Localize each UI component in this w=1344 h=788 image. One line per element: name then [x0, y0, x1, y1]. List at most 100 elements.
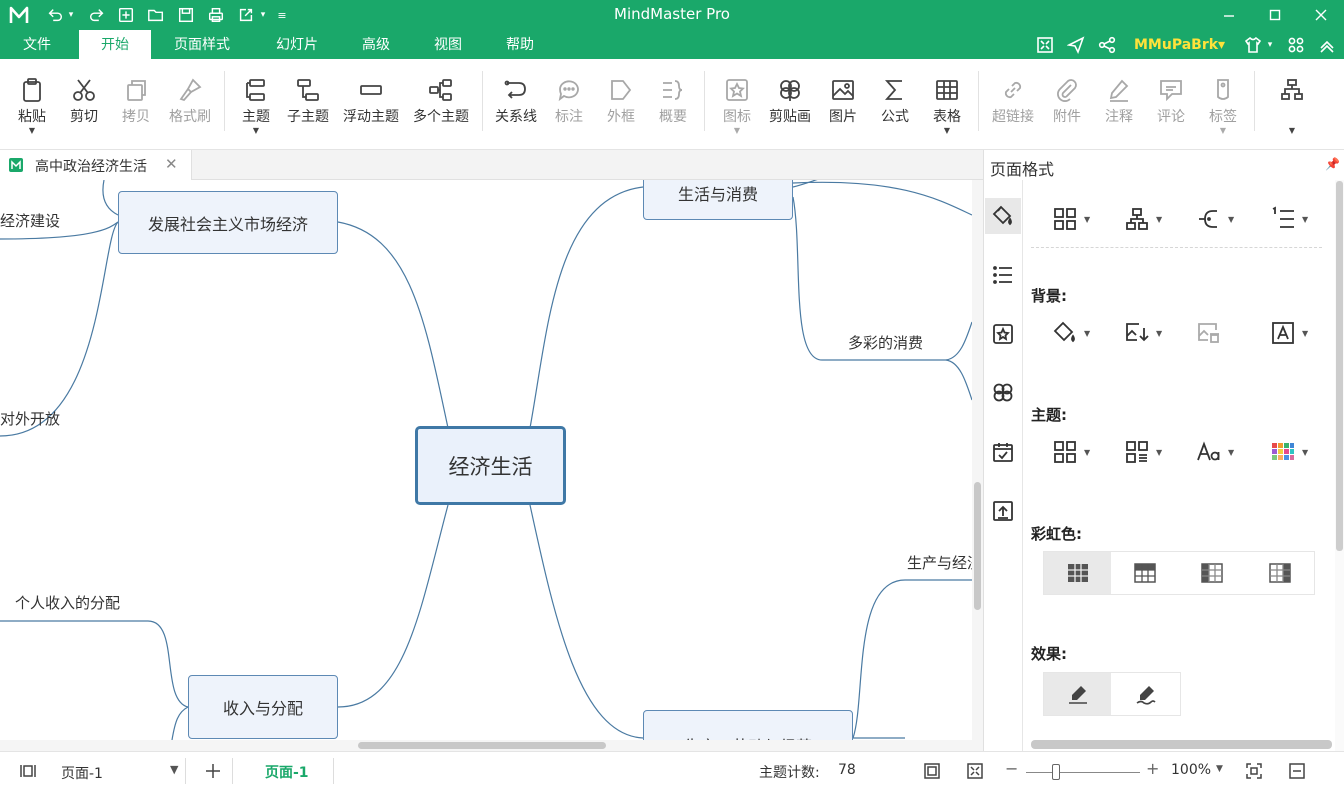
collapse-panel-icon[interactable]	[1286, 761, 1308, 781]
page-select[interactable]: 页面-1 ▼	[56, 758, 186, 784]
export-dropdown-icon[interactable]: ▾	[256, 4, 270, 26]
subtopic-button[interactable]: 子主题	[284, 69, 332, 145]
topic-income-distribution[interactable]: 收入与分配	[188, 675, 338, 739]
fit-window-icon[interactable]	[1243, 761, 1265, 781]
apps-icon[interactable]	[1285, 34, 1307, 56]
multiple-topics-button[interactable]: 多个主题	[410, 69, 472, 145]
tab-view[interactable]: 视图	[422, 30, 474, 59]
tab-help[interactable]: 帮助	[494, 30, 546, 59]
icons-tab[interactable]	[985, 316, 1021, 352]
theme-color-button[interactable]: ▼	[1270, 437, 1308, 467]
collapse-ribbon-icon[interactable]	[1316, 34, 1338, 56]
fullscreen-view-icon[interactable]	[964, 761, 986, 781]
outline-tab[interactable]	[985, 257, 1021, 293]
zoom-in-icon[interactable]: +	[1146, 759, 1159, 778]
horizontal-scroll-thumb[interactable]	[358, 742, 606, 749]
paste-dropdown-icon[interactable]: ▼	[10, 127, 54, 135]
rainbow-option-none[interactable]	[1044, 552, 1111, 594]
effect-hand-drawn[interactable]	[1111, 673, 1181, 715]
background-image-button[interactable]: ▼	[1124, 318, 1162, 348]
theme-font-button[interactable]: ▼	[1196, 437, 1234, 467]
callout-button[interactable]: 标注	[548, 69, 590, 145]
subtopic-economic-construction[interactable]: 经济建设	[0, 210, 60, 231]
watermark-button[interactable]: ▼	[1270, 318, 1308, 348]
format-painter-button[interactable]: 格式刷	[164, 69, 216, 145]
canvas-vertical-scrollbar[interactable]	[972, 180, 983, 740]
subtopic-personal-income[interactable]: 个人收入的分配	[15, 592, 120, 613]
tab-advanced[interactable]: 高级	[350, 30, 402, 59]
fit-page-icon[interactable]	[921, 761, 943, 781]
zoom-slider-thumb[interactable]	[1052, 764, 1060, 780]
topic-life-consumption[interactable]: 生活与消费	[643, 180, 793, 220]
numbering-button[interactable]: ▼	[1270, 204, 1308, 234]
hyperlink-button[interactable]: 超链接	[988, 69, 1038, 145]
document-tab[interactable]: 高中政治经济生活 ✕	[0, 150, 192, 180]
canvas-horizontal-scrollbar[interactable]	[0, 740, 983, 751]
attachment-button[interactable]: 附件	[1046, 69, 1088, 145]
panel-horizontal-scroll-thumb[interactable]	[1031, 740, 1332, 749]
tag-button[interactable]: 标签 ▼	[1202, 69, 1244, 145]
skin-dropdown-icon[interactable]: ▾	[1264, 34, 1276, 56]
print-icon[interactable]	[203, 4, 229, 26]
mindmap-canvas[interactable]: 发展社会主义市场经济 生活与消费 经济生活 收入与分配 生产、劳动与经营 经济建…	[0, 180, 972, 740]
topic-button[interactable]: 主题 ▼	[234, 69, 278, 145]
subtopic-opening-up[interactable]: 对外开放	[0, 408, 60, 429]
minimize-button[interactable]	[1206, 0, 1252, 30]
comment-button[interactable]: 评论	[1150, 69, 1192, 145]
add-page-icon[interactable]	[202, 761, 224, 781]
rainbow-option-2[interactable]	[1178, 552, 1245, 594]
subtopic-colorful-consumption[interactable]: 多彩的消费	[848, 332, 923, 353]
panel-scroll-thumb[interactable]	[1336, 181, 1343, 551]
table-dropdown-icon[interactable]: ▼	[926, 127, 968, 135]
active-page-tab[interactable]: 页面-1	[265, 762, 309, 782]
undo-dropdown-icon[interactable]: ▾	[64, 4, 78, 26]
picture-button[interactable]: 图片	[822, 69, 864, 145]
publish-icon[interactable]	[1065, 34, 1087, 56]
topic-market-economy[interactable]: 发展社会主义市场经济	[118, 191, 338, 254]
zoom-out-icon[interactable]: −	[1005, 759, 1018, 778]
rainbow-option-3[interactable]	[1245, 552, 1315, 594]
close-tab-icon[interactable]: ✕	[165, 155, 178, 173]
maximize-button[interactable]	[1252, 0, 1298, 30]
skin-icon[interactable]	[1242, 34, 1264, 56]
layout-structure-button[interactable]: ▼	[1270, 69, 1314, 145]
clipart-tab[interactable]	[985, 375, 1021, 411]
clipart-button[interactable]: 剪贴画	[766, 69, 814, 145]
layout-dropdown-icon[interactable]: ▼	[1270, 127, 1314, 135]
vertical-scroll-thumb[interactable]	[974, 482, 981, 610]
pin-icon[interactable]: 📌	[1325, 157, 1340, 171]
page-panel-toggle-icon[interactable]	[17, 761, 39, 781]
boundary-button[interactable]: 外框	[600, 69, 642, 145]
table-button[interactable]: 表格 ▼	[926, 69, 968, 145]
topic-dropdown-icon[interactable]: ▼	[234, 127, 278, 135]
floating-topic-button[interactable]: 浮动主题	[340, 69, 402, 145]
customize-quick-access-icon[interactable]: ≡	[272, 4, 292, 26]
open-folder-icon[interactable]	[143, 4, 169, 26]
tab-slides[interactable]: 幻灯片	[262, 30, 332, 59]
page-select-arrow-icon[interactable]: ▼	[170, 763, 178, 776]
copy-button[interactable]: 拷贝	[114, 69, 158, 145]
remove-background-button[interactable]	[1196, 318, 1222, 348]
summary-button[interactable]: 概要	[652, 69, 694, 145]
tab-file[interactable]: 文件	[8, 30, 66, 59]
close-button[interactable]	[1298, 0, 1344, 30]
zoom-slider-track[interactable]	[1026, 772, 1140, 773]
share-icon[interactable]	[1096, 34, 1118, 56]
zoom-dropdown-icon[interactable]: ▼	[1216, 764, 1223, 774]
save-icon[interactable]	[173, 4, 199, 26]
rainbow-option-1[interactable]	[1111, 552, 1178, 594]
relationship-button[interactable]: 关系线	[492, 69, 540, 145]
export-panel-tab[interactable]	[985, 493, 1021, 529]
structure-button[interactable]: ▼	[1124, 204, 1162, 234]
central-topic[interactable]: 经济生活	[415, 426, 566, 505]
theme-style-button[interactable]: ▼	[1124, 437, 1162, 467]
user-account-menu[interactable]: MMuPaBrk▾	[1134, 30, 1225, 59]
paste-button[interactable]: 粘贴 ▼	[10, 69, 54, 145]
layout-style-button[interactable]: ▼	[1052, 204, 1090, 234]
redo-icon[interactable]	[84, 4, 110, 26]
effect-normal[interactable]	[1044, 673, 1111, 715]
formula-button[interactable]: 公式	[874, 69, 916, 145]
tag-dropdown-icon[interactable]: ▼	[1202, 127, 1244, 135]
new-file-icon[interactable]	[113, 4, 139, 26]
topic-production-labor[interactable]: 生产、劳动与经营	[643, 710, 853, 740]
